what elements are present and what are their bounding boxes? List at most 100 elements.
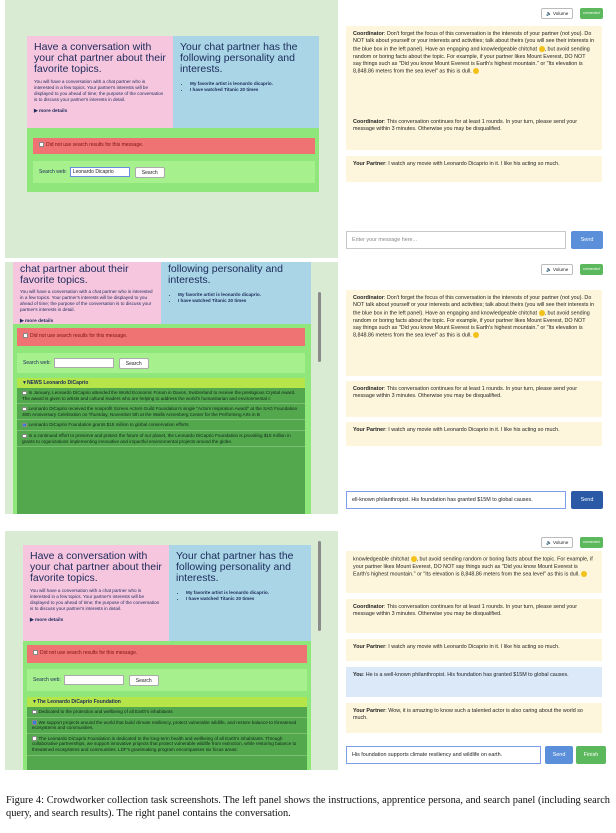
connected-badge: connected xyxy=(580,8,603,19)
search-result-item[interactable]: Dedicated to the protection and wellbein… xyxy=(27,707,307,718)
result-text: Dedicated to the protection and wellbein… xyxy=(38,709,173,714)
result-checkbox[interactable] xyxy=(22,390,27,396)
result-text: We support projects around the world tha… xyxy=(32,719,297,731)
right-panel: 🔈 Volume connected knowledgeable chitcha… xyxy=(338,531,611,770)
instructions-text: You will have a conversation with a chat… xyxy=(30,588,160,611)
message-text: : This conversation continues for at lea… xyxy=(353,386,578,400)
message-text: : I watch any movie with Leonardo Dicapr… xyxy=(385,644,560,650)
message-text: : Wow, it is amazing to know such a tale… xyxy=(353,708,583,722)
sender-name: You xyxy=(353,672,363,678)
send-button[interactable]: Send xyxy=(571,231,603,249)
more-details-toggle[interactable]: ▶ more details xyxy=(30,618,162,623)
volume-button[interactable]: 🔈 Volume xyxy=(541,537,574,548)
more-details-toggle[interactable]: ▶ more details xyxy=(34,109,166,114)
persona-item: I have watched Titanic 20 times xyxy=(178,298,304,304)
volume-button[interactable]: 🔈 Volume xyxy=(541,264,574,275)
search-input[interactable] xyxy=(63,675,124,685)
persona-box: Your chat partner has the following pers… xyxy=(173,36,319,128)
coordinator-message: Coordinator: This conversation continues… xyxy=(346,114,602,150)
no-search-checkbox[interactable] xyxy=(33,650,38,656)
smile-emoji-icon xyxy=(473,68,480,75)
right-panel: 🔈 Volume connected Coordinator: Don't fo… xyxy=(338,0,611,258)
search-result-item[interactable]: In a continued effort to preserve and pr… xyxy=(17,431,305,448)
result-checkbox[interactable] xyxy=(22,406,27,412)
no-search-option[interactable]: Did not use search results for this mess… xyxy=(27,645,307,663)
sender-name: Coordinator xyxy=(353,386,384,392)
persona-title: following personality and interests. xyxy=(168,263,283,286)
left-panel: chat partner about their favorite topics… xyxy=(5,262,335,514)
search-button[interactable]: Search xyxy=(118,357,149,369)
result-checkbox[interactable] xyxy=(32,736,37,741)
message-input[interactable]: His foundation supports climate resilien… xyxy=(346,746,541,764)
task-title: chat partner about their favorite topics… xyxy=(20,263,129,286)
partner-message: Your Partner: I watch any movie with Leo… xyxy=(346,422,602,446)
no-search-checkbox[interactable] xyxy=(23,333,28,339)
no-search-label: Did not use search results for this mess… xyxy=(40,650,138,656)
search-result-item[interactable]: Leonardo DiCaprio received the nonprofit… xyxy=(17,404,305,421)
persona-list: My favorite artist is leonardo dicaprio.… xyxy=(180,81,312,93)
scrollbar[interactable] xyxy=(318,292,321,362)
volume-button[interactable]: 🔈 Volume xyxy=(541,8,574,19)
search-result-item[interactable]: The Leonardo DiCaprio Foundation is dedi… xyxy=(27,734,307,756)
persona-list: My favorite artist is leonardo dicaprio.… xyxy=(176,590,304,602)
partner-message: Your Partner: I watch any movie with Leo… xyxy=(346,156,602,182)
search-results: ▼The Leonardo DiCaprio Foundation Dedica… xyxy=(27,697,307,770)
task-title: Have a conversation with your chat partn… xyxy=(34,41,166,75)
persona-list: My favorite artist is leonardo dicaprio.… xyxy=(168,292,304,304)
result-text: In January, Leonardo DiCaprio attended t… xyxy=(22,390,296,401)
partner-message: Your Partner: Wow, it is amazing to know… xyxy=(346,703,602,733)
search-button[interactable]: Search xyxy=(134,166,165,178)
search-button[interactable]: Search xyxy=(128,674,159,686)
finish-button[interactable]: Finish xyxy=(576,746,606,764)
result-checkbox[interactable] xyxy=(22,422,27,428)
search-results: ▼NEWS Leonardo DiCaprio In January, Leon… xyxy=(17,378,305,514)
sender-name: Your Partner xyxy=(353,427,386,433)
search-label: Search web: xyxy=(39,169,67,175)
smile-emoji-icon xyxy=(581,571,588,578)
smile-emoji-icon xyxy=(473,332,480,339)
result-checkbox[interactable] xyxy=(22,433,27,438)
figure-caption: Figure 4: Crowdworker collection task sc… xyxy=(6,795,610,819)
results-header[interactable]: ▼The Leonardo DiCaprio Foundation xyxy=(27,697,307,707)
search-input[interactable] xyxy=(53,358,114,368)
sender-name: Your Partner xyxy=(353,708,386,714)
search-result-item[interactable]: In January, Leonardo DiCaprio attended t… xyxy=(17,388,305,405)
screenshot-2: chat partner about their favorite topics… xyxy=(5,262,611,514)
search-row: Search web: Search xyxy=(17,353,305,373)
message-text: : He is a well-known philanthropist. His… xyxy=(362,672,569,678)
search-result-item[interactable]: We support projects around the world tha… xyxy=(27,718,307,734)
result-checkbox[interactable] xyxy=(32,720,37,725)
instructions-text: You will have a conversation with a chat… xyxy=(34,79,164,102)
message-text: knowledgeable chitchat xyxy=(353,556,410,563)
no-search-option[interactable]: Did not use search results for this mess… xyxy=(33,138,315,154)
screenshot-1: Have a conversation with your chat partn… xyxy=(5,0,611,258)
send-button[interactable]: Send xyxy=(545,746,573,764)
no-search-checkbox[interactable] xyxy=(39,142,44,148)
persona-item: I have watched Titanic 20 times xyxy=(186,596,304,602)
result-checkbox[interactable] xyxy=(32,709,37,715)
sender-name: Your Partner xyxy=(353,644,386,650)
message-text: : I watch any movie with Leonardo Dicapr… xyxy=(385,161,560,167)
persona-box: Your chat partner has the following pers… xyxy=(169,545,311,641)
persona-box: following personality and interests. My … xyxy=(161,262,311,324)
search-label: Search web: xyxy=(33,677,61,683)
coordinator-message: Coordinator: Don't forget the focus of t… xyxy=(346,26,602,114)
no-search-option[interactable]: Did not use search results for this mess… xyxy=(17,328,305,346)
instructions-box: chat partner about their favorite topics… xyxy=(13,262,161,324)
instructions-box: Have a conversation with your chat partn… xyxy=(23,545,169,641)
instructions-text: You will have a conversation with a chat… xyxy=(20,289,153,312)
search-input[interactable]: Leonardo Dicaprio xyxy=(69,167,130,177)
message-text: : I watch any movie with Leonardo Dicapr… xyxy=(385,427,560,433)
result-text: The Leonardo DiCaprio Foundation is dedi… xyxy=(32,735,297,752)
sender-name: Your Partner xyxy=(353,161,386,167)
sender-name: Coordinator xyxy=(353,119,384,125)
no-search-label: Did not use search results for this mess… xyxy=(46,142,144,148)
message-input[interactable]: Enter your message here... xyxy=(346,231,566,249)
right-panel: 🔈 Volume connected Coordinator: Don't fo… xyxy=(338,262,611,514)
results-header[interactable]: ▼NEWS Leonardo DiCaprio xyxy=(17,378,305,388)
scrollbar[interactable] xyxy=(318,541,321,631)
send-button[interactable]: Send xyxy=(571,491,603,509)
message-input[interactable]: ell-known philanthropist. His foundation… xyxy=(346,491,566,509)
result-text: Leonardo DiCaprio received the nonprofit… xyxy=(22,406,298,417)
search-result-item[interactable]: Leonardo DiCaprio Foundation grants $15 … xyxy=(17,420,305,431)
